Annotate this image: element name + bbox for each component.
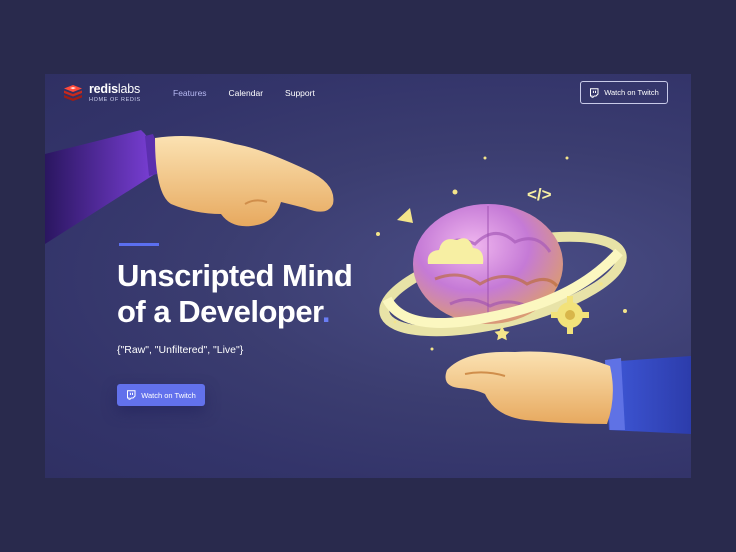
pointing-hand-illustration xyxy=(45,130,334,244)
nav-item-calendar[interactable]: Calendar xyxy=(229,88,264,98)
hero-title-line2: of a Developer xyxy=(117,294,322,329)
hero-watch-twitch-button[interactable]: Watch on Twitch xyxy=(117,384,205,406)
nav-item-support[interactable]: Support xyxy=(285,88,315,98)
hero-title-line1: Unscripted Mind xyxy=(117,258,353,293)
redis-logo-icon xyxy=(64,85,82,101)
landing-page: </> redislabs HOME OF REDIS Features Cal… xyxy=(45,74,691,478)
brain-illustration: </> xyxy=(376,156,627,351)
twitch-icon xyxy=(590,87,599,98)
accent-bar xyxy=(119,243,159,246)
twitch-icon xyxy=(127,390,136,400)
brand-name-bold: redis xyxy=(89,82,118,96)
brand-name-light: labs xyxy=(117,82,141,96)
nav-item-features[interactable]: Features xyxy=(173,88,207,98)
redislabs-logo[interactable]: redislabs HOME OF REDIS xyxy=(63,83,141,103)
hero-subtitle: {"Raw", "Unfiltered", "Live"} xyxy=(117,344,244,356)
hero-title-dot: . xyxy=(321,294,331,329)
open-hand-illustration xyxy=(445,351,691,434)
brand-tagline: HOME OF REDIS xyxy=(89,97,141,103)
hero-title: Unscripted Mind of a Developer. xyxy=(117,258,353,330)
code-icon: </> xyxy=(527,185,552,204)
hero-cta-label: Watch on Twitch xyxy=(141,390,196,400)
header-cta-label: Watch on Twitch xyxy=(604,88,659,97)
header-watch-twitch-button[interactable]: Watch on Twitch xyxy=(580,81,668,104)
triangle-sparkle xyxy=(397,208,413,223)
main-nav: Features Calendar Support xyxy=(173,88,315,98)
